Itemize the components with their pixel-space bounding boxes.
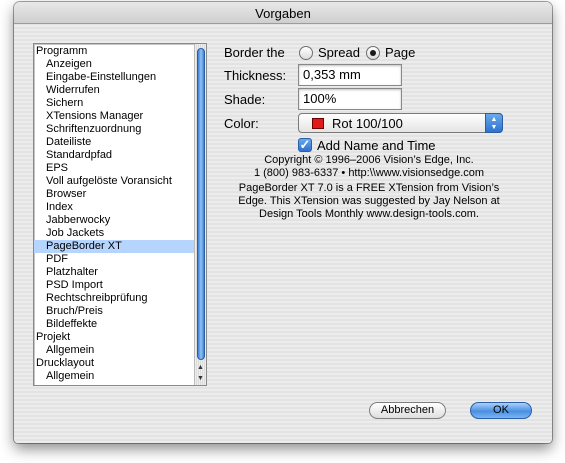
scroll-down-arrow-icon[interactable]: ▼ (195, 373, 206, 384)
list-item[interactable]: Standardpfad (34, 149, 194, 162)
list-item[interactable]: Browser (34, 188, 194, 201)
list-item[interactable]: Jabberwocky (34, 214, 194, 227)
preferences-dialog: Vorgaben Programm Anzeigen Eingabe-Einstel… (14, 2, 552, 443)
list-item[interactable]: EPS (34, 162, 194, 175)
radio-page[interactable] (366, 46, 380, 60)
radio-page-label[interactable]: Page (385, 45, 415, 60)
color-popup-value: Rot 100/100 (332, 116, 403, 131)
radio-spread[interactable] (299, 46, 313, 60)
list-item[interactable]: Widerrufen (34, 84, 194, 97)
contact-text: 1 (800) 983-6337 • http:\\www.visionsedg… (253, 167, 485, 179)
list-item[interactable]: Bildeffekte (34, 318, 194, 331)
ok-button[interactable]: OK (470, 402, 532, 419)
shade-label: Shade: (224, 92, 266, 107)
list-item[interactable]: PSD Import (34, 279, 194, 292)
preferences-list-items: Programm Anzeigen Eingabe-Einstellungen Wid… (34, 45, 194, 383)
list-item[interactable]: Rechtschreibprüfung (34, 292, 194, 305)
add-name-time-label[interactable]: Add Name and Time (317, 138, 436, 153)
cancel-button[interactable]: Abbrechen (369, 402, 446, 419)
list-item[interactable]: XTensions Manager (34, 110, 194, 123)
radio-spread-label[interactable]: Spread (318, 45, 360, 60)
list-group-header[interactable]: Programm (34, 45, 194, 58)
list-item[interactable]: Voll aufgelöste Voransicht (34, 175, 194, 188)
color-label: Color: (224, 116, 259, 131)
list-item[interactable]: Eingabe-Einstellungen (34, 71, 194, 84)
scroll-up-arrow-icon[interactable]: ▲ (195, 362, 206, 373)
list-item[interactable]: Anzeigen (34, 58, 194, 71)
description-line-2: Edge. This XTension was suggested by Jay… (238, 195, 500, 207)
list-item[interactable]: Index (34, 201, 194, 214)
list-item[interactable]: Allgemein (34, 344, 194, 357)
list-item[interactable]: Sichern (34, 97, 194, 110)
scrollbar-thumb[interactable] (197, 48, 205, 360)
list-item[interactable]: Bruch/Preis (34, 305, 194, 318)
border-the-label: Border the (224, 45, 285, 60)
window-title: Vorgaben (255, 6, 311, 21)
shade-field[interactable]: 100% (298, 88, 402, 110)
list-item[interactable]: Schriftenzuordnung (34, 123, 194, 136)
thickness-field[interactable]: 0,353 mm (298, 64, 402, 86)
list-item[interactable]: PDF (34, 253, 194, 266)
list-group-header[interactable]: Projekt (34, 331, 194, 344)
description-line-3: Design Tools Monthly www.design-tools.co… (259, 208, 479, 220)
add-name-time-checkbox[interactable]: ✓ (298, 138, 312, 152)
popup-arrows-icon: ▲ ▼ (485, 113, 503, 133)
title-bar[interactable]: Vorgaben (14, 2, 552, 24)
description-line-1: PageBorder XT 7.0 is a FREE XTension fro… (238, 182, 500, 194)
list-item[interactable]: Dateiliste (34, 136, 194, 149)
preferences-list[interactable]: Programm Anzeigen Eingabe-Einstellungen Wid… (33, 43, 207, 386)
copyright-text: Copyright © 1996–2006 Vision’s Edge, Inc… (264, 154, 474, 166)
list-item[interactable]: PageBorder XT (34, 240, 194, 253)
color-swatch (312, 118, 324, 129)
list-item[interactable]: Allgemein (34, 370, 194, 383)
thickness-label: Thickness: (224, 68, 287, 83)
list-scrollbar[interactable]: ▲ ▼ (194, 44, 206, 385)
list-group-header[interactable]: Drucklayout (34, 357, 194, 370)
color-popup[interactable]: Rot 100/100 ▲ ▼ (298, 113, 503, 133)
list-item[interactable]: Job Jackets (34, 227, 194, 240)
list-item[interactable]: Platzhalter (34, 266, 194, 279)
